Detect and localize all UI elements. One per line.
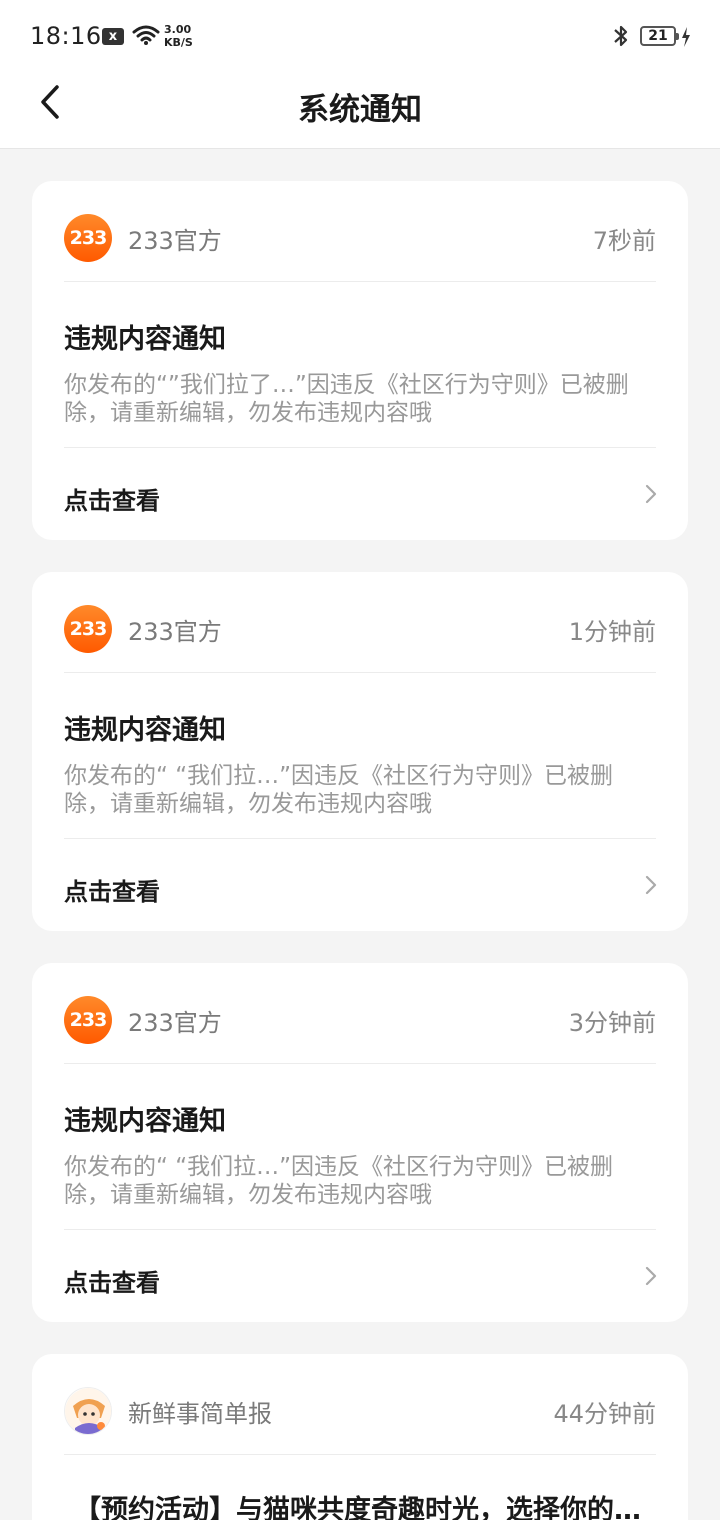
- sender-name: 233官方: [128, 618, 222, 646]
- divider: [64, 447, 656, 448]
- view-details-label: 点击查看: [64, 878, 160, 906]
- chevron-right-icon: [645, 875, 657, 895]
- notification-card: 233 233官方 1分钟前 违规内容通知 你发布的“ “我们拉…”因违反《社区…: [32, 572, 688, 931]
- divider: [64, 281, 656, 282]
- view-details-label: 点击查看: [64, 1269, 160, 1297]
- network-speed: 3.00 KB/S: [164, 23, 193, 49]
- speed-value: 3.00: [164, 23, 192, 36]
- charging-icon: [680, 26, 692, 52]
- notification-title: 【预约活动】与猫咪共度奇趣时光，选择你的…: [74, 1495, 641, 1520]
- divider: [64, 1229, 656, 1230]
- notification-time: 1分钟前: [568, 618, 656, 646]
- avatar-233-logo: 233: [64, 605, 112, 653]
- notification-title: 违规内容通知: [64, 715, 226, 746]
- page-title: 系统通知: [298, 92, 422, 128]
- avatar-233-logo: 233: [64, 996, 112, 1044]
- notification-time: 7秒前: [592, 227, 656, 255]
- chevron-right-icon: [645, 484, 657, 504]
- view-details-row[interactable]: 点击查看: [32, 1233, 688, 1317]
- sender-name: 新鲜事简单报: [128, 1400, 272, 1428]
- card-header: 233 233官方 1分钟前: [32, 572, 688, 672]
- notification-title: 违规内容通知: [64, 1106, 226, 1137]
- view-details-label: 点击查看: [64, 487, 160, 515]
- notification-card: 233 233官方 3分钟前 违规内容通知 你发布的“ “我们拉…”因违反《社区…: [32, 963, 688, 1322]
- chevron-right-icon: [645, 1266, 657, 1286]
- divider: [64, 1454, 656, 1455]
- notification-body: 你发布的“ “我们拉…”因违反《社区行为守则》已被删除，请重新编辑，勿发布违规内…: [64, 763, 614, 817]
- nav-header: 系统通知: [0, 72, 720, 149]
- notification-body: 你发布的“ “我们拉…”因违反《社区行为守则》已被删除，请重新编辑，勿发布违规内…: [64, 1154, 614, 1208]
- card-header: 233 233官方 7秒前: [32, 181, 688, 281]
- notification-body: 你发布的“”我们拉了…”因违反《社区行为守则》已被删除，请重新编辑，勿发布违规内…: [64, 372, 629, 426]
- speed-unit: KB/S: [164, 36, 193, 49]
- divider: [64, 838, 656, 839]
- notification-x-icon: x: [102, 28, 124, 45]
- status-bar: 18:16 x 3.00 KB/S 21: [0, 0, 720, 72]
- battery-icon: 21: [640, 26, 679, 46]
- divider: [64, 672, 656, 673]
- status-time: 18:16: [30, 22, 102, 50]
- notification-card[interactable]: 新鲜事简单报 44分钟前 【预约活动】与猫咪共度奇趣时光，选择你的…: [32, 1354, 688, 1520]
- notification-title: 违规内容通知: [64, 324, 226, 355]
- bluetooth-icon: [612, 24, 630, 52]
- wifi-icon: [132, 24, 160, 50]
- card-header: 新鲜事简单报 44分钟前: [32, 1354, 688, 1454]
- notification-time: 44分钟前: [553, 1400, 656, 1428]
- avatar-cartoon-icon: [64, 1387, 112, 1435]
- avatar-233-logo: 233: [64, 214, 112, 262]
- view-details-row[interactable]: 点击查看: [32, 451, 688, 535]
- notification-time: 3分钟前: [568, 1009, 656, 1037]
- sender-name: 233官方: [128, 1009, 222, 1037]
- sender-name: 233官方: [128, 227, 222, 255]
- notification-card: 233 233官方 7秒前 违规内容通知 你发布的“”我们拉了…”因违反《社区行…: [32, 181, 688, 540]
- card-header: 233 233官方 3分钟前: [32, 963, 688, 1063]
- view-details-row[interactable]: 点击查看: [32, 842, 688, 926]
- divider: [64, 1063, 656, 1064]
